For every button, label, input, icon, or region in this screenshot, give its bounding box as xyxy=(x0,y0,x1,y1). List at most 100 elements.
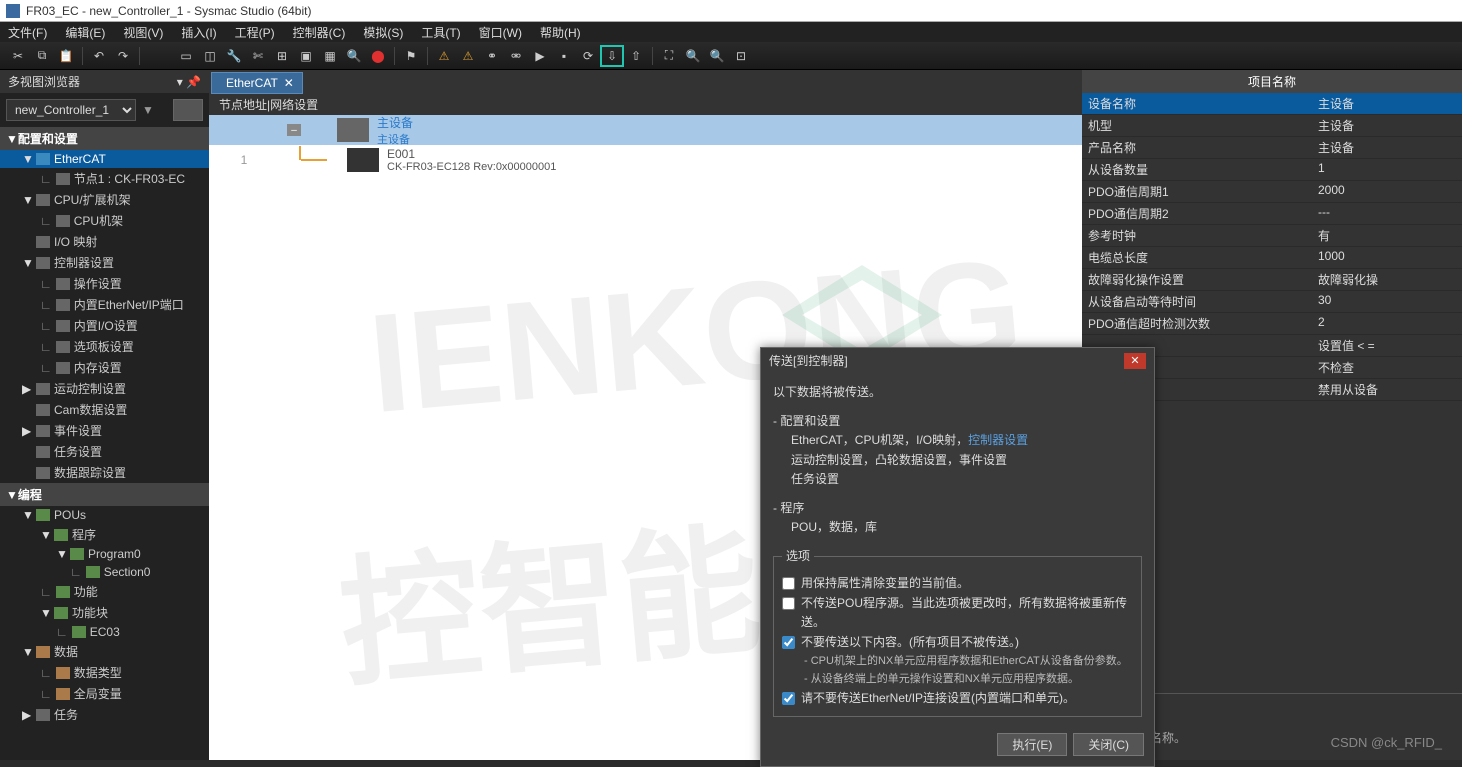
collapse-icon[interactable]: – xyxy=(287,124,301,136)
menu-help[interactable]: 帮助(H) xyxy=(540,24,581,41)
controller-dropdown[interactable]: new_Controller_1 xyxy=(6,99,136,121)
tree-item-trace[interactable]: 数据跟踪设置 xyxy=(0,462,209,483)
checkbox-row-3[interactable]: 不要传送以下内容。(所有项目不被传送。) xyxy=(782,633,1133,652)
tree-item-event[interactable]: ▶事件设置 xyxy=(0,420,209,441)
zoom-out-icon[interactable]: 🔍 xyxy=(705,45,729,67)
tree-item-pous[interactable]: ▼POUs xyxy=(0,506,209,524)
property-row[interactable]: PDO通信周期12000 xyxy=(1082,181,1462,203)
tab-ethercat[interactable]: EtherCAT ✕ xyxy=(211,72,303,94)
crop-icon[interactable]: ⛶ xyxy=(657,45,681,67)
zoom-in-icon[interactable]: 🔍 xyxy=(681,45,705,67)
property-row[interactable]: 产品名称主设备 xyxy=(1082,137,1462,159)
panel-icon[interactable]: ◫ xyxy=(198,45,222,67)
csdn-watermark: CSDN @ck_RFID_ xyxy=(1331,735,1442,750)
tree-item-motion[interactable]: ▶运动控制设置 xyxy=(0,378,209,399)
tree-group-programming[interactable]: ▼编程 xyxy=(0,483,209,506)
search-icon[interactable]: 🔍 xyxy=(342,45,366,67)
tree-item-node1[interactable]: ∟节点1 : CK-FR03-EC xyxy=(0,168,209,189)
menu-file[interactable]: 文件(F) xyxy=(8,24,47,41)
property-row[interactable]: 故障弱化操作设置故障弱化操 xyxy=(1082,269,1462,291)
link-icon[interactable]: ⚭ xyxy=(480,45,504,67)
sync-icon[interactable]: ⟳ xyxy=(576,45,600,67)
chip-icon[interactable]: ▣ xyxy=(294,45,318,67)
menu-window[interactable]: 窗口(W) xyxy=(479,24,522,41)
flag-icon[interactable]: ⚑ xyxy=(399,45,423,67)
tree-item-dtype[interactable]: ∟数据类型 xyxy=(0,662,209,683)
network-icon[interactable]: ⊞ xyxy=(270,45,294,67)
chk-no-transfer[interactable] xyxy=(782,636,795,649)
tree-item-ethercat[interactable]: ▼EtherCAT xyxy=(0,150,209,168)
checkbox-row-1[interactable]: 用保持属性清除变量的当前值。 xyxy=(782,574,1133,593)
tree-item-cpu-rack[interactable]: ▼CPU/扩展机架 xyxy=(0,189,209,210)
tree-item-ctrl-set[interactable]: ▼控制器设置 xyxy=(0,252,209,273)
close-icon[interactable]: ✕ xyxy=(284,76,294,90)
tree-item-func[interactable]: ∟功能 xyxy=(0,581,209,602)
box-icon[interactable]: ▪ xyxy=(552,45,576,67)
warn-icon[interactable]: ⚠ xyxy=(432,45,456,67)
tree-item-taskg[interactable]: ▶任务 xyxy=(0,704,209,725)
tree-item-opt-set[interactable]: ∟选项板设置 xyxy=(0,336,209,357)
property-row[interactable]: PDO通信周期2--- xyxy=(1082,203,1462,225)
menu-controller[interactable]: 控制器(C) xyxy=(293,24,346,41)
tree-item-op-set[interactable]: ∟操作设置 xyxy=(0,273,209,294)
tree-item-cpu-sub[interactable]: ∟CPU机架 xyxy=(0,210,209,231)
tree-item-cam[interactable]: Cam数据设置 xyxy=(0,399,209,420)
tree-item-task[interactable]: 任务设置 xyxy=(0,441,209,462)
cut2-icon[interactable]: ✄ xyxy=(246,45,270,67)
checkbox-row-4[interactable]: 请不要传送EtherNet/IP连接设置(内置端口和单元)。 xyxy=(782,689,1133,708)
redo-icon[interactable]: ↷ xyxy=(111,45,135,67)
topo-node1-row[interactable]: 1 E001 CK-FR03-EC128 Rev:0x00000001 xyxy=(209,145,1082,175)
checkbox-row-2[interactable]: 不传送POU程序源。当此选项被更改时，所有数据将被重新传送。 xyxy=(782,594,1133,632)
dialog-titlebar[interactable]: 传送[到控制器] ✕ xyxy=(761,348,1154,373)
tree-item-section0[interactable]: ∟Section0 xyxy=(0,563,209,581)
zoom-fit-icon[interactable]: ⊡ xyxy=(729,45,753,67)
property-row[interactable]: 设备名称主设备 xyxy=(1082,93,1462,115)
tree-item-fblock[interactable]: ▼功能块 xyxy=(0,602,209,623)
property-row[interactable]: 从设备数量1 xyxy=(1082,159,1462,181)
transfer-down-icon[interactable]: ⇩ xyxy=(600,45,624,67)
menu-insert[interactable]: 插入(I) xyxy=(181,24,216,41)
tree-group-config[interactable]: ▼配置和设置 xyxy=(0,127,209,150)
property-row[interactable]: 参考时钟有 xyxy=(1082,225,1462,247)
dialog-section1-line3: 任务设置 xyxy=(773,470,1142,489)
pin-icon[interactable]: ▾ 📌 xyxy=(177,75,201,89)
copy-icon[interactable]: ⧉ xyxy=(30,45,54,67)
execute-button[interactable]: 执行(E) xyxy=(997,733,1067,756)
menu-view[interactable]: 视图(V) xyxy=(123,24,163,41)
chk-no-enip[interactable] xyxy=(782,692,795,705)
menu-edit[interactable]: 编辑(E) xyxy=(65,24,105,41)
undo-icon[interactable]: ↶ xyxy=(87,45,111,67)
close-button[interactable]: 关闭(C) xyxy=(1073,733,1144,756)
property-row[interactable]: PDO通信超时检测次数2 xyxy=(1082,313,1462,335)
property-row[interactable]: 电缆总长度1000 xyxy=(1082,247,1462,269)
menu-sim[interactable]: 模拟(S) xyxy=(363,24,403,41)
warn2-icon[interactable]: ⚠ xyxy=(456,45,480,67)
tree-item-enip[interactable]: ∟内置EtherNet/IP端口 xyxy=(0,294,209,315)
property-row[interactable]: 机型主设备 xyxy=(1082,115,1462,137)
property-row[interactable]: 从设备启动等待时间30 xyxy=(1082,291,1462,313)
link2-icon[interactable]: ⚮ xyxy=(504,45,528,67)
tree-item-prog[interactable]: ▼程序 xyxy=(0,524,209,545)
play-icon[interactable]: ▶ xyxy=(528,45,552,67)
stop-icon[interactable]: ⬤ xyxy=(366,45,390,67)
tree-item-gvar[interactable]: ∟全局变量 xyxy=(0,683,209,704)
dropdown-icon[interactable]: ▼ xyxy=(142,103,154,117)
chk-no-pou-src[interactable] xyxy=(782,597,795,610)
tree-item-io-set[interactable]: ∟内置I/O设置 xyxy=(0,315,209,336)
wrench-icon[interactable]: 🔧 xyxy=(222,45,246,67)
tree-item-io-map[interactable]: I/O 映射 xyxy=(0,231,209,252)
tree-item-data[interactable]: ▼数据 xyxy=(0,641,209,662)
paste-icon[interactable]: 📋 xyxy=(54,45,78,67)
tree-item-mem-set[interactable]: ∟内存设置 xyxy=(0,357,209,378)
topo-master-row[interactable]: – 主设备 主设备 xyxy=(209,115,1082,145)
window-icon[interactable]: ▭ xyxy=(174,45,198,67)
transfer-up-icon[interactable]: ⇧ xyxy=(624,45,648,67)
menu-project[interactable]: 工程(P) xyxy=(235,24,275,41)
cut-icon[interactable]: ✂ xyxy=(6,45,30,67)
close-icon[interactable]: ✕ xyxy=(1124,353,1146,369)
module-icon[interactable]: ▦ xyxy=(318,45,342,67)
tree-item-ec03[interactable]: ∟EC03 xyxy=(0,623,209,641)
menu-tools[interactable]: 工具(T) xyxy=(421,24,460,41)
chk-clear-vars[interactable] xyxy=(782,577,795,590)
tree-item-program0[interactable]: ▼Program0 xyxy=(0,545,209,563)
